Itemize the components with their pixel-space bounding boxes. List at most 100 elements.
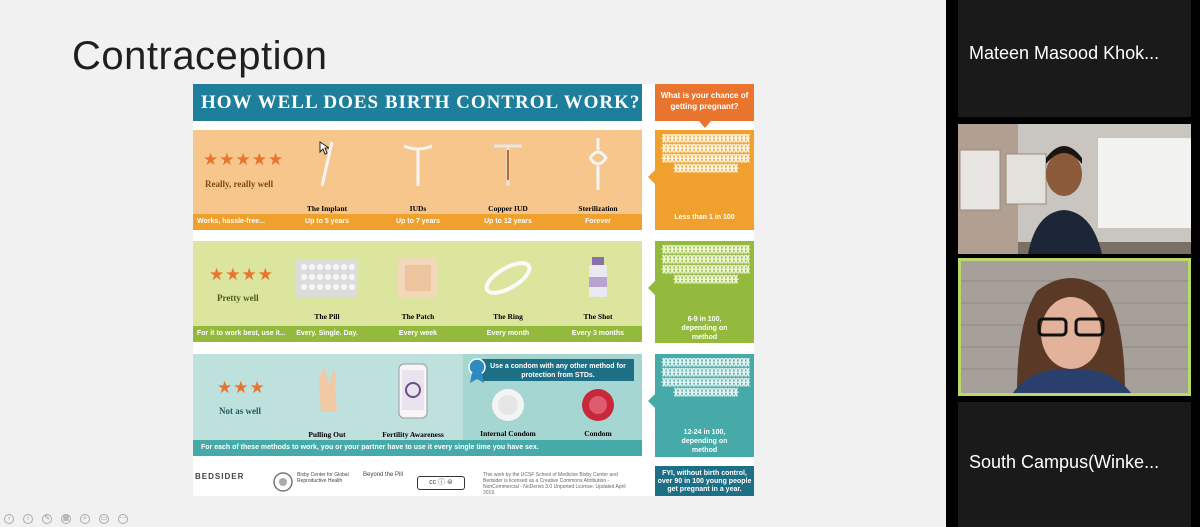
ring-icon — [484, 261, 532, 295]
crossed-fingers-icon — [319, 368, 337, 412]
bedsider-logo: BEDSIDER — [195, 472, 245, 481]
tier-rating: Pretty well — [217, 293, 259, 303]
tier-body: ★★★★★ Really, really well The Implant IU… — [193, 130, 642, 214]
mouse-pointer-icon — [319, 141, 329, 155]
footer-lead: Works, hassle-free... — [197, 218, 265, 225]
footer-lead: For it to work best, use it... — [197, 330, 286, 337]
method-label: Pulling Out — [308, 430, 346, 439]
patch-icon — [398, 258, 438, 298]
iud-icon — [403, 144, 433, 186]
method-copper-iud: Copper IUD — [468, 136, 548, 213]
method-condom: Condom — [553, 386, 643, 438]
method-label: IUDs — [409, 204, 427, 213]
method-pulling-out: Pulling Out — [287, 362, 367, 439]
footer-value: Every month — [486, 330, 530, 337]
creative-commons-badge-icon: cc ⓘ ⊜ — [417, 476, 465, 490]
method-label: Sterilization — [578, 204, 618, 213]
presentation-toolbar: ‹ › ✎ ▦ ⌕ ▭ ⋯ — [0, 512, 140, 527]
participant-video — [961, 261, 1188, 393]
pen-icon[interactable]: ✎ — [42, 514, 52, 524]
participant-name: South Campus(Winke... — [969, 452, 1160, 472]
star-rating-icon: ★★★★ — [209, 265, 274, 284]
method-internal-condom: Internal Condom — [463, 386, 553, 438]
chance-text: 6-9 in 100, depending on method — [681, 316, 728, 341]
phone-app-icon — [398, 363, 428, 419]
previous-slide-icon[interactable]: ‹ — [4, 514, 14, 524]
method-label: The Shot — [583, 312, 613, 321]
copper-iud-icon — [494, 144, 522, 186]
fyi-box: FYI, without birth control, over 90 in 1… — [655, 466, 754, 496]
method-fertility-awareness: Fertility Awareness — [373, 362, 453, 439]
shared-slide: Contraception HOW WELL DOES BIRTH CONTRO… — [0, 0, 946, 527]
slides-grid-icon[interactable]: ▦ — [61, 514, 71, 524]
vial-icon — [589, 257, 607, 297]
footer-value: Every. Single. Day. — [296, 330, 358, 337]
method-pill: The Pill — [287, 255, 367, 321]
footer-value: Every 3 months — [571, 330, 625, 337]
star-rating-icon: ★★★★★ — [203, 150, 285, 169]
next-slide-icon[interactable]: › — [23, 514, 33, 524]
footer-value: Forever — [585, 218, 611, 225]
method-ring: The Ring — [468, 255, 548, 321]
birth-control-infographic: HOW WELL DOES BIRTH CONTROL WORK? What i… — [193, 84, 754, 496]
internal-condom-icon — [492, 389, 524, 421]
tier-really-well: ★★★★★ Really, really well The Implant IU… — [193, 130, 642, 230]
condom-icon — [582, 389, 614, 421]
method-label: Copper IUD — [488, 204, 528, 213]
method-label: The Ring — [493, 312, 523, 321]
participant-video-tile[interactable] — [958, 124, 1191, 254]
tier-footer: For each of these methods to work, you o… — [193, 440, 642, 456]
bixby-center-text: Bixby Center for Global Reproductive Hea… — [297, 472, 349, 484]
star-rating-icon: ★★★ — [217, 378, 266, 397]
more-options-icon[interactable]: ⋯ — [118, 514, 128, 524]
footer-value: Every week — [398, 330, 438, 337]
method-sterilization: Sterilization — [558, 136, 638, 213]
tier-body: ★★★ Not as well Pulling Out Fertility Aw… — [193, 354, 642, 440]
footer-value: Up to 12 years — [484, 218, 532, 225]
bixby-seal-icon — [273, 472, 293, 492]
method-label: The Patch — [401, 312, 435, 321]
chance-not-as-well: ᚕᚕᚕᚕᚕᚕᚕᚕᚕᚕᚕᚕᚕᚕᚕᚕᚕᚕᚕᚕᚕᚕᚕᚕᚕᚕᚕᚕᚕᚕᚕᚕᚕᚕᚕᚕᚕᚕᚕᚕ… — [648, 354, 754, 457]
participant-video — [958, 124, 1191, 254]
method-label: The Pill — [314, 312, 340, 321]
method-shot: The Shot — [558, 255, 638, 321]
condom-section: Use a condom with any other method for p… — [463, 354, 642, 440]
method-label: Condom — [584, 429, 612, 438]
tier-body: ★★★★ Pretty well The Pill The Patch The … — [193, 241, 642, 326]
subtitles-icon[interactable]: ▭ — [99, 514, 109, 524]
active-speaker-video-tile[interactable] — [958, 258, 1191, 396]
footer-value: Up to 7 years — [396, 218, 440, 225]
method-label: Fertility Awareness — [382, 430, 444, 439]
condom-note: Use a condom with any other method for p… — [482, 359, 634, 381]
people-grid-icon: ᚕᚕᚕᚕᚕᚕᚕᚕᚕᚕᚕᚕᚕᚕᚕᚕᚕᚕᚕᚕᚕᚕᚕᚕᚕᚕᚕᚕᚕᚕᚕᚕᚕᚕᚕᚕᚕᚕᚕᚕ… — [661, 358, 750, 398]
method-label: Internal Condom — [480, 429, 536, 438]
tier-footer: For it to work best, use it... Every. Si… — [193, 326, 642, 342]
ribbon-award-icon — [468, 358, 486, 383]
chance-text: Less than 1 in 100 — [674, 214, 735, 221]
zoom-icon[interactable]: ⌕ — [80, 514, 90, 524]
method-label: The Implant — [306, 204, 348, 213]
chance-pretty-well: ᚕᚕᚕᚕᚕᚕᚕᚕᚕᚕᚕᚕᚕᚕᚕᚕᚕᚕᚕᚕᚕᚕᚕᚕᚕᚕᚕᚕᚕᚕᚕᚕᚕᚕᚕᚕᚕᚕᚕᚕ… — [648, 241, 754, 343]
method-patch: The Patch — [378, 255, 458, 321]
people-grid-icon: ᚕᚕᚕᚕᚕᚕᚕᚕᚕᚕᚕᚕᚕᚕᚕᚕᚕᚕᚕᚕᚕᚕᚕᚕᚕᚕᚕᚕᚕᚕᚕᚕᚕᚕᚕᚕᚕᚕᚕᚕ… — [661, 245, 750, 285]
participant-name: Mateen Masood Khok... — [969, 43, 1160, 63]
method-iud: IUDs — [378, 136, 458, 213]
participant-tile[interactable]: South Campus(Winke... — [958, 402, 1191, 527]
beyond-the-pill-logo: Beyond the Pill — [363, 472, 404, 478]
license-text: This work by the UCSF School of Medicine… — [483, 472, 626, 496]
participant-tile[interactable]: Mateen Masood Khok... — [958, 0, 1191, 117]
pill-pack-icon — [296, 259, 358, 297]
tier-not-as-well: ★★★ Not as well Pulling Out Fertility Aw… — [193, 354, 642, 457]
footer-text: For each of these methods to work, you o… — [201, 444, 539, 451]
chance-header: What is your chance of getting pregnant? — [655, 84, 754, 128]
tier-footer: Works, hassle-free... Up to 5 years Up t… — [193, 214, 642, 230]
footer-value: Up to 5 years — [305, 218, 349, 225]
infographic-banner: HOW WELL DOES BIRTH CONTROL WORK? — [193, 84, 642, 121]
tier-rating: Really, really well — [205, 179, 274, 189]
slide-title: Contraception — [72, 34, 328, 78]
tier-rating: Not as well — [219, 406, 261, 416]
tier-pretty-well: ★★★★ Pretty well The Pill The Patch The … — [193, 241, 642, 343]
tied-tube-icon — [588, 138, 608, 190]
people-grid-icon: ᚕᚕᚕᚕᚕᚕᚕᚕᚕᚕᚕᚕᚕᚕᚕᚕᚕᚕᚕᚕᚕᚕᚕᚕᚕᚕᚕᚕᚕᚕᚕᚕᚕᚕᚕᚕᚕᚕᚕᚕ… — [661, 134, 750, 174]
chance-really-well: ᚕᚕᚕᚕᚕᚕᚕᚕᚕᚕᚕᚕᚕᚕᚕᚕᚕᚕᚕᚕᚕᚕᚕᚕᚕᚕᚕᚕᚕᚕᚕᚕᚕᚕᚕᚕᚕᚕᚕᚕ… — [648, 130, 754, 230]
